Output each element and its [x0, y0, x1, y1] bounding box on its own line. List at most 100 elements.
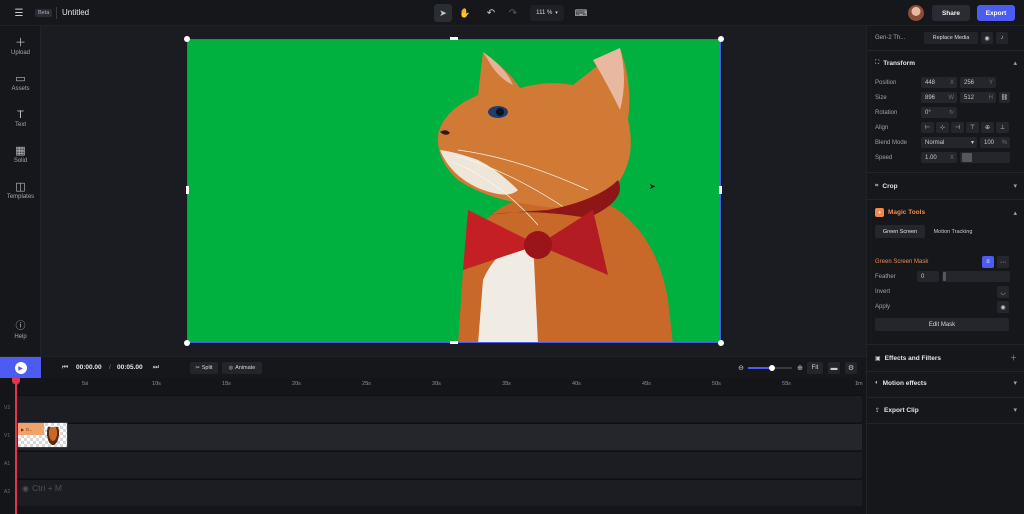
- grid-icon: ▦: [15, 145, 26, 157]
- hand-tool-icon[interactable]: ✋: [456, 4, 474, 22]
- video-frame[interactable]: ➤: [187, 39, 721, 343]
- crop-icon: ⌗: [875, 182, 879, 189]
- split-button[interactable]: ✂ Split: [190, 362, 218, 374]
- edit-mask-button[interactable]: Edit Mask: [875, 318, 1009, 331]
- track-a1[interactable]: [17, 451, 862, 478]
- size-w-field[interactable]: 896 W: [921, 92, 957, 103]
- align-bottom-icon[interactable]: ⊥: [996, 122, 1009, 133]
- tab-green-screen[interactable]: Green Screen: [875, 225, 925, 238]
- speed-slider-thumb[interactable]: [962, 153, 972, 162]
- skip-start-icon[interactable]: ⏮: [59, 362, 71, 374]
- time-ruler[interactable]: 5s 10s 15s 20s 25s 30s 35s 40s 45s 50s 5…: [17, 381, 863, 393]
- effects-filters-header[interactable]: ▣ Effects and Filters ＋: [875, 353, 1017, 363]
- speed-field[interactable]: 1.00 X: [921, 152, 957, 163]
- position-y-field[interactable]: 256 Y: [960, 77, 996, 88]
- visibility-icon[interactable]: ◉: [981, 32, 993, 44]
- feather-field[interactable]: 0: [917, 271, 939, 282]
- document-title[interactable]: Untitled: [62, 8, 89, 17]
- templates-icon: ◫: [15, 181, 26, 193]
- align-center-v-icon[interactable]: ⊕: [981, 122, 994, 133]
- resize-handle-left[interactable]: [186, 186, 189, 194]
- scissors-icon: ✂: [195, 365, 200, 371]
- align-top-icon[interactable]: ⊤: [966, 122, 979, 133]
- resize-handle-top[interactable]: [450, 37, 458, 40]
- crop-header[interactable]: ⌗ Crop ▾: [875, 182, 1017, 191]
- opacity-value: 100: [984, 139, 995, 146]
- track-label-v1: V1: [4, 433, 11, 439]
- position-x-field[interactable]: 448 X: [921, 77, 957, 88]
- resize-handle-br[interactable]: [718, 340, 724, 346]
- resize-handle-bl[interactable]: [184, 340, 190, 346]
- keyboard-icon[interactable]: ⌨: [572, 4, 590, 22]
- rail-assets[interactable]: ▭ Assets: [0, 72, 41, 92]
- rail-upload[interactable]: ＋ Upload: [0, 36, 41, 56]
- time-separator: /: [109, 364, 111, 371]
- motion-effects-header[interactable]: ◐ Motion effects ▾: [875, 379, 1017, 388]
- feather-value: 0: [921, 273, 925, 280]
- animate-icon: ◎: [228, 365, 234, 371]
- animate-button[interactable]: ◎ Animate: [222, 362, 262, 374]
- zoom-value: 111 %: [536, 10, 553, 16]
- timeline-zoom-thumb[interactable]: [769, 365, 775, 371]
- undo-icon[interactable]: ↶: [482, 4, 500, 22]
- mask-toggle-icon[interactable]: ≡: [982, 256, 994, 268]
- play-button[interactable]: ▶: [0, 357, 41, 379]
- audio-icon[interactable]: ♪: [996, 32, 1008, 44]
- invert-toggle-icon[interactable]: ◡: [997, 286, 1009, 298]
- zoom-out-icon[interactable]: ⊖: [736, 363, 746, 373]
- fit-button[interactable]: Fit: [807, 362, 823, 374]
- zoom-in-icon[interactable]: ⊕: [795, 363, 805, 373]
- rail-templates[interactable]: ◫ Templates: [0, 180, 41, 200]
- opacity-field[interactable]: 100%: [980, 137, 1010, 148]
- track-a2[interactable]: [17, 479, 862, 506]
- resize-handle-tr[interactable]: [718, 36, 724, 42]
- more-options-icon[interactable]: ⋯: [997, 256, 1009, 268]
- resize-handle-tl[interactable]: [184, 36, 190, 42]
- export-button[interactable]: Export: [977, 5, 1015, 21]
- rail-help[interactable]: ⓘ Help: [0, 320, 41, 340]
- video-clip[interactable]: ▶ 0...: [17, 422, 68, 448]
- position-x-value: 448: [925, 79, 936, 86]
- apply-visibility-icon[interactable]: ◉: [997, 301, 1009, 313]
- pointer-tool-icon[interactable]: ➤: [434, 4, 452, 22]
- feather-slider[interactable]: [942, 271, 1010, 282]
- rotation-field[interactable]: 0° ↻: [921, 107, 957, 118]
- redo-icon[interactable]: ↷: [504, 4, 522, 22]
- align-center-h-icon[interactable]: ⊹: [936, 122, 949, 133]
- avatar[interactable]: [908, 5, 924, 21]
- playhead-handle[interactable]: [12, 378, 20, 384]
- divider: [867, 50, 1024, 51]
- plus-icon[interactable]: ＋: [1010, 353, 1017, 363]
- blend-mode-select[interactable]: Normal ▾: [921, 137, 977, 148]
- link-icon[interactable]: ⛓: [999, 92, 1010, 103]
- magic-tools-header[interactable]: ✦ Magic Tools ▴: [875, 208, 1017, 217]
- size-h-field[interactable]: 512 H: [960, 92, 996, 103]
- collapse-icon[interactable]: ▬: [828, 362, 840, 374]
- align-right-icon[interactable]: ⊣: [951, 122, 964, 133]
- feather-slider-thumb[interactable]: [943, 272, 946, 281]
- rotation-label: Rotation: [875, 110, 898, 116]
- track-v2[interactable]: [17, 395, 862, 422]
- timeline-zoom-slider[interactable]: [748, 365, 792, 371]
- zoom-select[interactable]: 111 % ▾: [530, 5, 564, 21]
- left-rail: ＋ Upload ▭ Assets T Text ▦ Solid ◫ Templ…: [0, 26, 41, 356]
- rail-text[interactable]: T Text: [0, 108, 41, 128]
- settings-icon[interactable]: ⚙: [845, 362, 857, 374]
- resize-handle-right[interactable]: [719, 186, 722, 194]
- magic-tools-title: Magic Tools: [888, 209, 926, 216]
- resize-handle-bottom[interactable]: [450, 341, 458, 344]
- track-v1[interactable]: [17, 423, 862, 450]
- transform-header[interactable]: ⛶ Transform ▴: [875, 59, 1017, 68]
- export-clip-header[interactable]: ⇪ Export Clip ▾: [875, 406, 1017, 415]
- align-left-icon[interactable]: ⊢: [921, 122, 934, 133]
- skip-end-icon[interactable]: ⏭: [150, 362, 162, 374]
- speed-slider[interactable]: [960, 152, 1010, 163]
- replace-media-button[interactable]: Replace Media: [924, 32, 978, 44]
- rotate-icon: ↻: [948, 110, 954, 116]
- playhead[interactable]: [15, 378, 17, 514]
- ruler-label: 10s: [152, 381, 161, 387]
- rail-solid[interactable]: ▦ Solid: [0, 144, 41, 164]
- tab-motion-tracking[interactable]: Motion Tracking: [928, 225, 978, 238]
- share-button[interactable]: Share: [932, 5, 970, 21]
- menu-icon[interactable]: ☰: [12, 6, 26, 20]
